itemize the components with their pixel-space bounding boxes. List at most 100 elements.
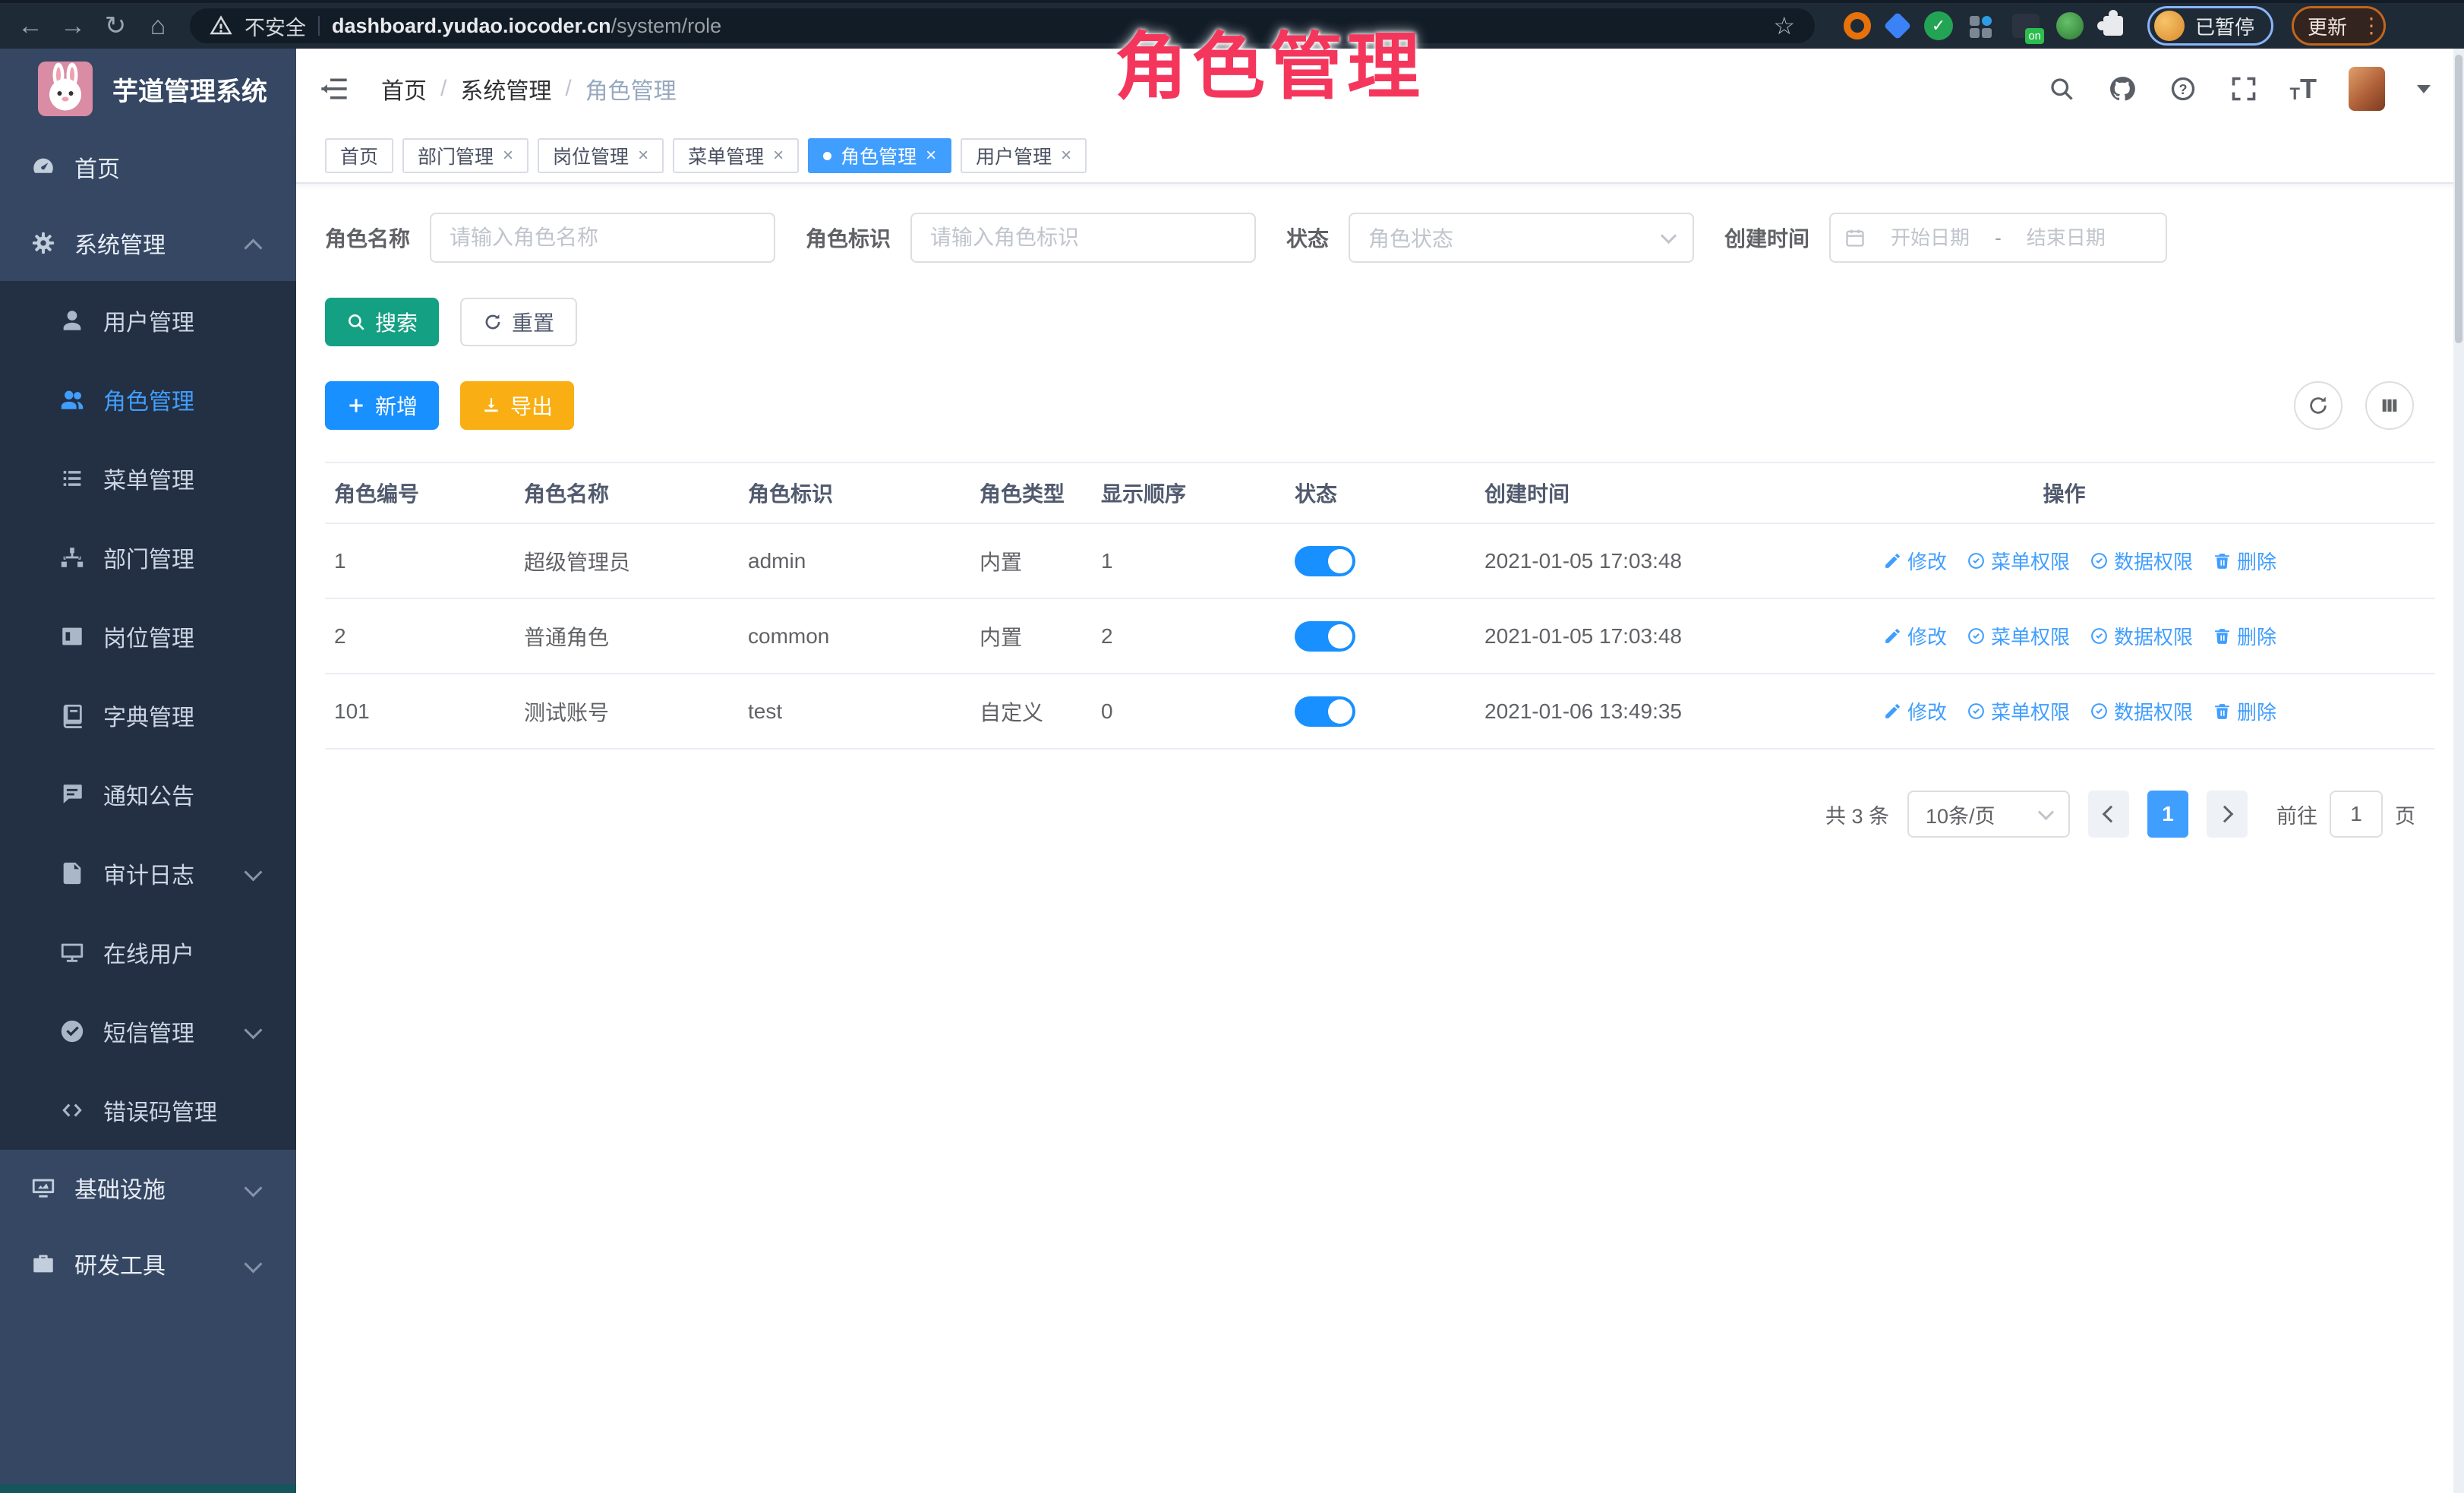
forward-icon[interactable]: → [53, 6, 93, 46]
status-toggle[interactable] [1295, 696, 1355, 727]
sidebar-item-error-codes[interactable]: 错误码管理 [0, 1071, 296, 1150]
export-button[interactable]: 导出 [460, 381, 574, 430]
data-permission-link[interactable]: 数据权限 [2090, 622, 2193, 650]
user-avatar[interactable] [2349, 67, 2385, 111]
close-icon[interactable]: × [638, 145, 648, 166]
logo[interactable]: 芋道管理系统 [0, 49, 296, 129]
close-icon[interactable]: × [773, 145, 784, 166]
delete-link[interactable]: 删除 [2213, 697, 2276, 725]
date-separator: - [1995, 226, 2002, 250]
role-key-input[interactable] [910, 213, 1256, 263]
scrollbar-thumb[interactable] [2455, 55, 2462, 343]
current-page-button[interactable]: 1 [2147, 791, 2188, 838]
sidebar-item-notice[interactable]: 通知公告 [0, 755, 296, 834]
url-text[interactable]: dashboard.yudao.iocoder.cn/system/role [332, 14, 721, 38]
end-date-input[interactable] [2008, 226, 2125, 251]
sidebar-item-infrastructure[interactable]: 基础设施 [0, 1150, 296, 1226]
role-name-input[interactable] [430, 213, 775, 263]
help-icon[interactable]: ? [2169, 74, 2197, 103]
tag-menus[interactable]: 菜单管理 × [673, 138, 799, 173]
tag-roles-active[interactable]: 角色管理 × [808, 138, 951, 173]
chrome-menu-kebab-icon[interactable]: ⋮ [2361, 19, 2370, 32]
edit-link[interactable]: 修改 [1883, 697, 1947, 725]
add-button[interactable]: 新增 [325, 381, 439, 430]
goto-page-input[interactable] [2330, 791, 2383, 838]
security-label[interactable]: 不安全 [245, 11, 306, 41]
delete-link[interactable]: 删除 [2213, 622, 2276, 650]
status-label: 状态 [1286, 223, 1329, 253]
breadcrumb-system[interactable]: 系统管理 [460, 72, 551, 106]
close-icon[interactable]: × [503, 145, 513, 166]
sidebar-item-online-users[interactable]: 在线用户 [0, 913, 296, 992]
bookmark-star-icon[interactable]: ☆ [1773, 11, 1795, 40]
start-date-input[interactable] [1872, 226, 1989, 251]
next-page-button[interactable] [2207, 791, 2248, 838]
sidebar-item-dev-tools[interactable]: 研发工具 [0, 1226, 296, 1302]
tag-departments[interactable]: 部门管理 × [402, 138, 528, 173]
extension-leaf-icon[interactable] [2056, 12, 2084, 39]
refresh-circle-button[interactable] [2294, 381, 2343, 430]
status-toggle[interactable] [1295, 546, 1355, 576]
date-range-picker[interactable]: - [1829, 213, 2167, 263]
sidebar-item-system[interactable]: 系统管理 [0, 205, 296, 281]
status-select[interactable]: 角色状态 [1349, 213, 1694, 263]
tagbar: 首页 部门管理 × 岗位管理 × 菜单管理 × 角色管理 × 用户管理 × [296, 129, 2464, 184]
prev-page-button[interactable] [2088, 791, 2129, 838]
extension-orange-icon[interactable] [1844, 12, 1871, 39]
status-toggle[interactable] [1295, 621, 1355, 652]
extension-dots-icon[interactable] [1970, 13, 1995, 39]
sidebar-item-posts[interactable]: 岗位管理 [0, 597, 296, 676]
github-icon[interactable] [2108, 74, 2137, 103]
sidebar-item-roles[interactable]: 角色管理 [0, 360, 296, 439]
sidebar-item-departments[interactable]: 部门管理 [0, 518, 296, 597]
menu-permission-link[interactable]: 菜单权限 [1967, 697, 2070, 725]
extension-switch-icon[interactable] [2012, 14, 2040, 38]
breadcrumb-separator: / [440, 76, 446, 102]
update-button[interactable]: 更新 ⋮ [2292, 6, 2386, 46]
profile-paused-pill[interactable]: 已暂停 [2147, 6, 2273, 46]
close-icon[interactable]: × [1061, 145, 1071, 166]
tag-posts[interactable]: 岗位管理 × [538, 138, 664, 173]
edit-link[interactable]: 修改 [1883, 622, 1947, 650]
data-permission-link[interactable]: 数据权限 [2090, 697, 2193, 725]
sidebar-item-dict[interactable]: 字典管理 [0, 676, 296, 755]
menu-permission-link[interactable]: 菜单权限 [1967, 547, 2070, 575]
address-bar[interactable]: 不安全 dashboard.yudao.iocoder.cn/system/ro… [190, 8, 1815, 43]
sidebar-item-users[interactable]: 用户管理 [0, 281, 296, 360]
security-warning-icon[interactable] [210, 14, 232, 37]
breadcrumb-separator: / [565, 76, 571, 102]
extension-green-icon[interactable]: ✓ [1924, 11, 1953, 40]
sidebar-item-home[interactable]: 首页 [0, 129, 296, 205]
search-button[interactable]: 搜索 [325, 298, 439, 346]
omnibox-divider [318, 16, 320, 36]
close-icon[interactable]: × [926, 145, 936, 166]
reset-button[interactable]: 重置 [460, 298, 577, 346]
sidebar-item-sms[interactable]: 短信管理 [0, 992, 296, 1071]
extensions-puzzle-icon[interactable] [2103, 16, 2123, 36]
extension-gem-icon[interactable] [1884, 12, 1912, 40]
tag-home[interactable]: 首页 [325, 138, 393, 173]
back-icon[interactable]: ← [11, 6, 50, 46]
font-size-icon[interactable]: TT [2290, 75, 2317, 103]
refresh-icon [483, 312, 503, 332]
collapse-menu-icon[interactable] [319, 76, 349, 102]
page-scrollbar[interactable] [2453, 49, 2464, 1493]
tag-label: 岗位管理 [553, 142, 629, 169]
page-size-select[interactable]: 10条/页 [1907, 791, 2070, 838]
data-permission-link[interactable]: 数据权限 [2090, 547, 2193, 575]
sidebar-item-menus[interactable]: 菜单管理 [0, 439, 296, 518]
reload-icon[interactable]: ↻ [96, 6, 135, 46]
fullscreen-icon[interactable] [2229, 74, 2258, 103]
annotation-title: 角色管理 [1115, 8, 1424, 113]
search-icon[interactable] [2047, 74, 2076, 103]
column-settings-button[interactable] [2365, 381, 2414, 430]
breadcrumb-home[interactable]: 首页 [381, 72, 427, 106]
col-header-type: 角色类型 [970, 478, 1092, 508]
edit-link[interactable]: 修改 [1883, 547, 1947, 575]
delete-link[interactable]: 删除 [2213, 547, 2276, 575]
user-menu-caret-icon[interactable] [2417, 85, 2431, 93]
sidebar-item-audit-log[interactable]: 审计日志 [0, 834, 296, 913]
menu-permission-link[interactable]: 菜单权限 [1967, 622, 2070, 650]
tag-users[interactable]: 用户管理 × [961, 138, 1087, 173]
home-icon[interactable]: ⌂ [138, 6, 178, 46]
